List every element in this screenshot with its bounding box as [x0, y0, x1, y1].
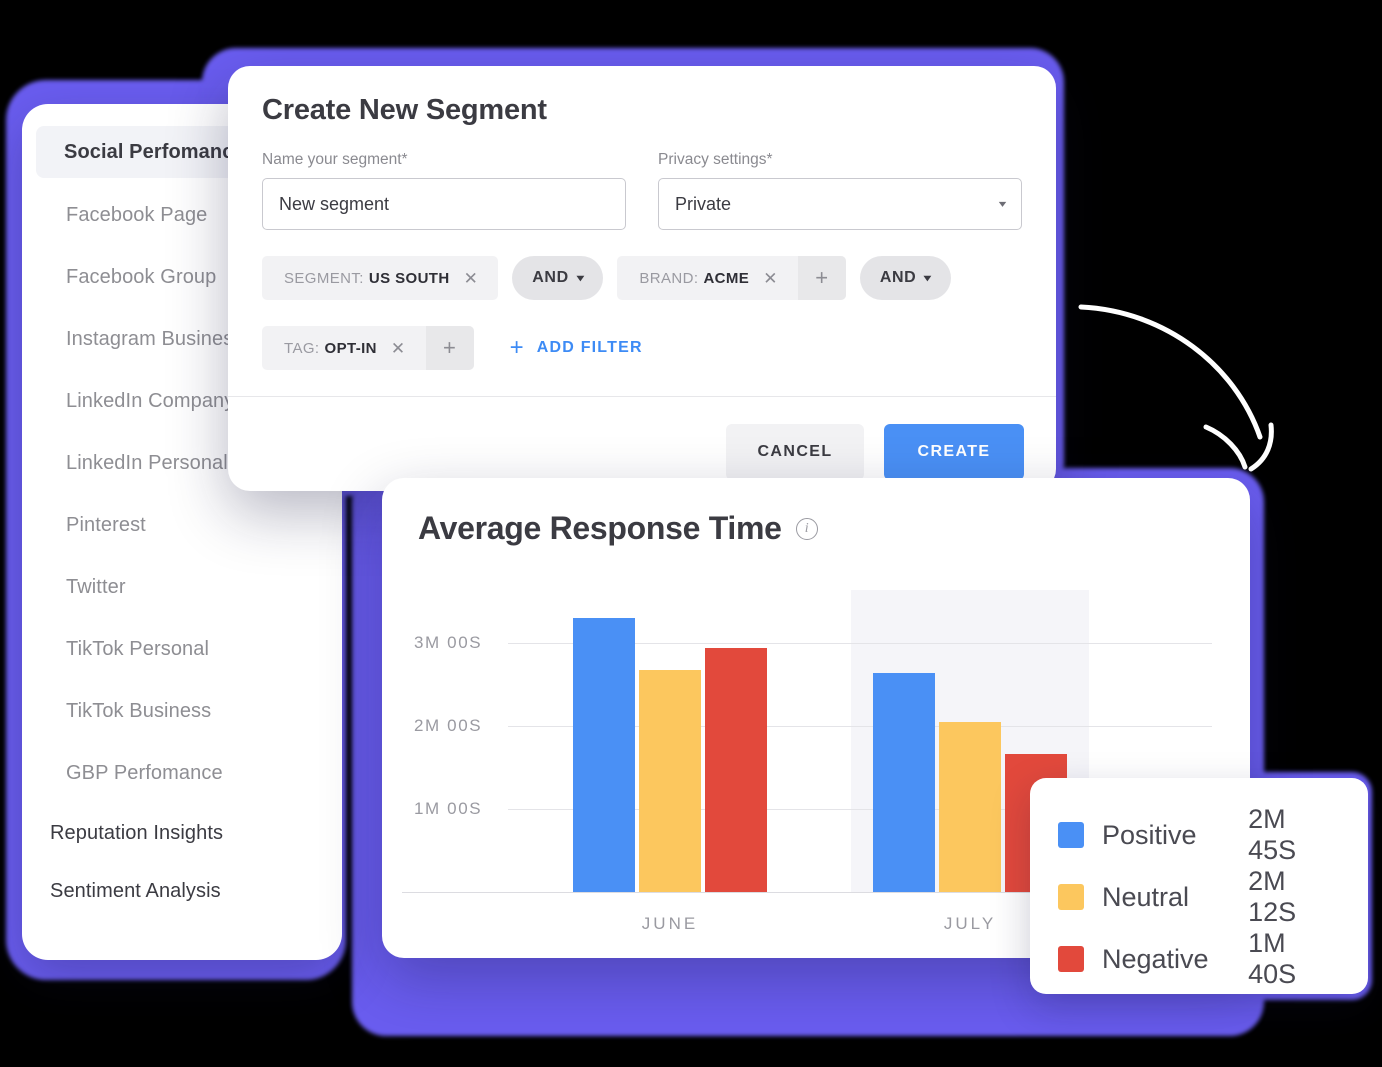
modal-actions: CANCEL CREATE: [726, 424, 1024, 480]
filter-chip-tag-value: OPT-IN: [324, 339, 377, 357]
bar-june-negative[interactable]: [705, 648, 767, 892]
plus-icon: +: [509, 334, 525, 361]
legend-row-positive: Positive 2M 45S: [1058, 804, 1340, 866]
chart-header: Average Response Time i: [382, 478, 1250, 547]
filter-chip-tag[interactable]: TAG: OPT-IN ✕ +: [262, 326, 474, 370]
sidebar-item-sentiment-analysis[interactable]: Sentiment Analysis: [22, 862, 342, 920]
sidebar-item-gbp-perfomance[interactable]: GBP Perfomance: [22, 742, 342, 804]
filter-chip-brand-key: BRAND:: [639, 269, 699, 287]
sidebar-item-label: Facebook Group: [66, 265, 217, 288]
bar-june-positive[interactable]: [573, 617, 635, 892]
sidebar-item-label: TikTok Business: [66, 699, 212, 722]
modal-body: Create New Segment Name your segment* Ne…: [228, 66, 1056, 370]
sidebar-item-label: Social Perfomance: [64, 140, 245, 163]
filter-chip-row-1: SEGMENT: US SOUTH ✕ AND ▾ BRAND: ACME ✕ …: [262, 256, 1022, 300]
operator-and-2[interactable]: AND ▾: [859, 256, 951, 300]
plus-icon[interactable]: +: [425, 326, 474, 370]
sidebar-item-label: GBP Perfomance: [66, 761, 223, 784]
segment-name-field-group: Name your segment* New segment: [262, 151, 626, 230]
sidebar-item-twitter[interactable]: Twitter: [22, 556, 342, 618]
y-axis-tick-label: 2M 00S: [414, 715, 483, 735]
filter-chip-brand-value: ACME: [703, 269, 750, 287]
filter-chip-tag-key: TAG:: [284, 339, 320, 357]
modal-divider: [228, 396, 1056, 397]
y-axis-tick-label: 3M 00S: [414, 632, 483, 652]
add-filter-button[interactable]: + ADD FILTER: [510, 336, 643, 360]
legend-swatch-neutral: [1058, 884, 1084, 910]
filter-chip-brand[interactable]: BRAND: ACME ✕ +: [617, 256, 846, 300]
create-segment-modal: Create New Segment Name your segment* Ne…: [228, 66, 1056, 491]
chevron-down-icon: ▾: [924, 272, 933, 284]
sidebar-item-label: TikTok Personal: [66, 637, 210, 660]
segment-name-label: Name your segment*: [262, 151, 408, 168]
cancel-button[interactable]: CANCEL: [726, 424, 864, 480]
curved-arrow-annotation: [1075, 285, 1295, 480]
legend-label: Neutral: [1102, 881, 1190, 912]
legend-value: 2M 12S: [1248, 866, 1297, 927]
sidebar-item-label: LinkedIn Personal: [66, 451, 228, 474]
x-axis-tick-label: JULY: [943, 914, 997, 933]
chart-legend-tooltip: Positive 2M 45S Neutral 2M 12S Negative 1M 40…: [1030, 778, 1368, 994]
privacy-label: Privacy settings*: [658, 151, 773, 168]
close-icon[interactable]: ✕: [763, 270, 778, 287]
filter-chip-segment[interactable]: SEGMENT: US SOUTH ✕: [262, 256, 499, 300]
modal-title: Create New Segment: [262, 94, 547, 126]
operator-and-1-label: AND: [532, 269, 569, 286]
privacy-field-group: Privacy settings* Private ▾: [658, 151, 1022, 230]
bar-july-positive[interactable]: [873, 673, 935, 892]
sidebar-item-label: Pinterest: [66, 513, 146, 536]
bar-july-neutral[interactable]: [939, 721, 1001, 892]
sidebar-item-label: Twitter: [66, 575, 126, 598]
chevron-down-icon: ▾: [576, 272, 585, 284]
operator-and-1[interactable]: AND ▾: [512, 256, 604, 300]
sidebar-item-pinterest[interactable]: Pinterest: [22, 494, 342, 556]
operator-and-2-label: AND: [879, 269, 917, 286]
filter-chip-segment-value: US SOUTH: [368, 269, 450, 287]
sidebar-item-label: Sentiment Analysis: [50, 879, 221, 902]
bar-june-neutral[interactable]: [639, 670, 701, 892]
screenshot-stage: Social Perfomance Facebook Page Facebook G…: [0, 0, 1382, 1067]
segment-name-input[interactable]: New segment: [262, 178, 626, 230]
close-icon[interactable]: ✕: [464, 270, 479, 287]
legend-label: Negative: [1102, 943, 1209, 974]
legend-row-neutral: Neutral 2M 12S: [1058, 866, 1340, 928]
legend-label: Positive: [1102, 819, 1197, 850]
privacy-select-value: Private: [675, 193, 732, 214]
sidebar-item-label: LinkedIn Company: [66, 389, 235, 412]
sidebar-item-label: Instagram Business: [66, 327, 244, 350]
create-button[interactable]: CREATE: [884, 424, 1024, 480]
modal-field-row: Name your segment* New segment Privacy s…: [262, 151, 1022, 230]
y-axis-tick-label: 1M 00S: [414, 798, 483, 818]
plus-icon[interactable]: +: [797, 256, 846, 300]
chevron-down-icon: ▾: [998, 198, 1007, 210]
close-icon[interactable]: ✕: [391, 340, 406, 357]
info-icon[interactable]: i: [795, 517, 818, 540]
add-filter-label: ADD FILTER: [536, 339, 643, 356]
sidebar-item-label: Reputation Insights: [50, 821, 224, 844]
x-axis-tick-label: JUNE: [641, 914, 699, 933]
privacy-select[interactable]: Private ▾: [658, 178, 1022, 230]
legend-row-negative: Negative 1M 40S: [1058, 928, 1340, 990]
filter-chip-segment-key: SEGMENT:: [284, 269, 364, 287]
legend-value: 2M 45S: [1248, 804, 1297, 865]
legend-swatch-positive: [1058, 822, 1084, 848]
sidebar-item-label: Facebook Page: [66, 203, 208, 226]
filter-chip-row-2: TAG: OPT-IN ✕ + + ADD FILTER: [262, 326, 1022, 370]
chart-title: Average Response Time: [418, 510, 782, 546]
sidebar-item-reputation-insights[interactable]: Reputation Insights: [22, 804, 342, 862]
legend-swatch-negative: [1058, 946, 1084, 972]
sidebar-item-tiktok-business[interactable]: TikTok Business: [22, 680, 342, 742]
legend-value: 1M 40S: [1248, 928, 1297, 989]
sidebar-item-tiktok-personal[interactable]: TikTok Personal: [22, 618, 342, 680]
